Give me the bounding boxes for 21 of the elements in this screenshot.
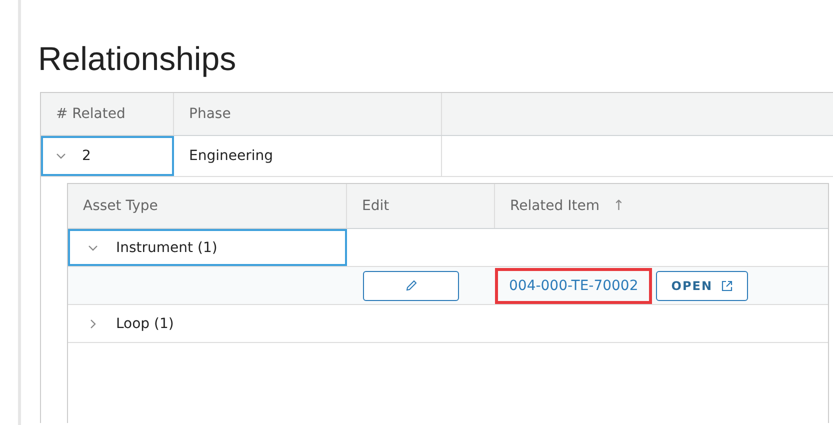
chevron-down-icon[interactable]	[88, 242, 98, 252]
chevron-down-icon[interactable]	[56, 151, 66, 161]
count-cell[interactable]: 2	[41, 136, 174, 176]
count-text: 2	[82, 148, 91, 164]
group-row[interactable]: Instrument (1)	[68, 229, 347, 266]
external-link-icon	[720, 280, 732, 292]
table-cell: Engineering	[174, 136, 442, 176]
group-row[interactable]: Loop (1)	[68, 305, 347, 342]
column-header[interactable]: Phase	[174, 93, 442, 135]
edit-button[interactable]	[363, 270, 459, 300]
column-header[interactable]: # Related	[41, 93, 174, 135]
related-item-link[interactable]: 004-000-TE-70002	[495, 268, 652, 304]
page-title: Relationships	[38, 39, 238, 79]
pencil-icon	[404, 279, 418, 292]
group-label: Loop (1)	[116, 316, 174, 332]
chevron-right-icon[interactable]	[88, 318, 98, 328]
column-header[interactable]: Edit	[347, 184, 495, 228]
column-header[interactable]: Asset Type	[68, 184, 347, 228]
group-label: Instrument (1)	[116, 240, 218, 256]
column-header[interactable]: Related Item ↑	[495, 184, 828, 228]
open-button[interactable]: OPEN	[656, 270, 748, 300]
